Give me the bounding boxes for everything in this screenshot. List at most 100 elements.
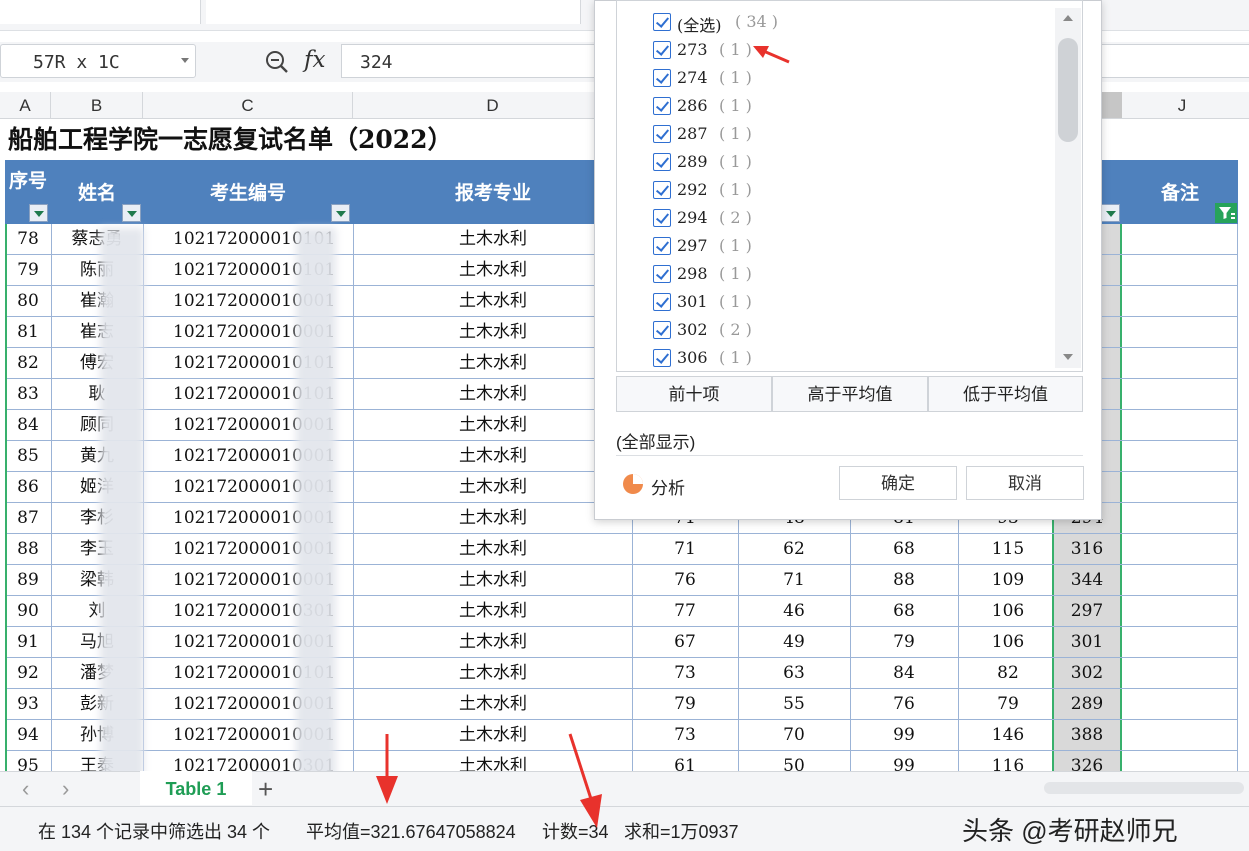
cell-c1[interactable]: 79: [632, 689, 738, 720]
cell-c4[interactable]: 115: [958, 534, 1058, 565]
cell-major[interactable]: 土木水利: [353, 565, 633, 596]
cell-c3[interactable]: 99: [850, 720, 958, 751]
cell-c1[interactable]: 67: [632, 627, 738, 658]
table-row[interactable]: 88 李玉 102172000010001 土木水利 71 62 68 115 316: [5, 534, 1238, 565]
cell-c4[interactable]: 79: [958, 689, 1058, 720]
checkbox-checked-icon[interactable]: [653, 265, 671, 283]
table-row[interactable]: 92 潘梦 102172000010101 土木水利 73 63 84 82 302: [5, 658, 1238, 689]
cell-c1[interactable]: 73: [632, 720, 738, 751]
checkbox-checked-icon[interactable]: [653, 69, 671, 87]
cell-c1[interactable]: 61: [632, 751, 738, 771]
cell-major[interactable]: 土木水利: [353, 317, 633, 348]
cell-major[interactable]: 土木水利: [353, 379, 633, 410]
top-ten-button[interactable]: 前十项: [616, 376, 772, 412]
column-header-a[interactable]: A: [0, 92, 51, 118]
cell-major[interactable]: 土木水利: [353, 689, 633, 720]
checkbox-checked-icon[interactable]: [653, 321, 671, 339]
horizontal-scrollbar[interactable]: [1044, 782, 1244, 794]
cell-total[interactable]: 302: [1052, 658, 1122, 689]
cell-seq[interactable]: 93: [5, 689, 51, 720]
cell-seq[interactable]: 88: [5, 534, 51, 565]
column-header-b[interactable]: B: [51, 92, 143, 118]
cell-total[interactable]: 289: [1052, 689, 1122, 720]
column-header-c[interactable]: C: [143, 92, 353, 118]
name-box[interactable]: 57R x 1C: [0, 44, 196, 78]
prev-sheet-icon[interactable]: ‹: [22, 776, 29, 802]
cell-c3[interactable]: 88: [850, 565, 958, 596]
checkbox-checked-icon[interactable]: [653, 97, 671, 115]
checkbox-checked-icon[interactable]: [653, 153, 671, 171]
add-sheet-icon[interactable]: +: [258, 774, 273, 805]
filter-dropdown-button[interactable]: [122, 204, 141, 222]
cell-c2[interactable]: 49: [738, 627, 850, 658]
checkbox-checked-icon[interactable]: [653, 349, 671, 367]
cell-seq[interactable]: 80: [5, 286, 51, 317]
cell-seq[interactable]: 83: [5, 379, 51, 410]
chevron-down-icon[interactable]: [181, 58, 189, 63]
active-filter-icon[interactable]: [1215, 203, 1237, 223]
cell-seq[interactable]: 84: [5, 410, 51, 441]
table-row[interactable]: 93 彭新 102172000010001 土木水利 79 55 76 79 289: [5, 689, 1238, 720]
cell-seq[interactable]: 78: [5, 224, 51, 255]
sheet-tab[interactable]: Table 1: [140, 771, 252, 805]
table-row[interactable]: 91 马旭 102172000010001 土木水利 67 49 79 106 301: [5, 627, 1238, 658]
checkbox-checked-icon[interactable]: [653, 125, 671, 143]
cell-seq[interactable]: 82: [5, 348, 51, 379]
cell-major[interactable]: 土木水利: [353, 658, 633, 689]
filter-dropdown-button[interactable]: [29, 204, 48, 222]
cell-seq[interactable]: 90: [5, 596, 51, 627]
filter-dropdown-button[interactable]: [1101, 204, 1120, 222]
table-row[interactable]: 90 刘 102172000010301 土木水利 77 46 68 106 297: [5, 596, 1238, 627]
checkbox-checked-icon[interactable]: [653, 13, 671, 31]
pie-chart-icon[interactable]: [622, 473, 644, 495]
fx-icon[interactable]: fx: [304, 47, 325, 73]
cell-major[interactable]: 土木水利: [353, 534, 633, 565]
below-average-button[interactable]: 低于平均值: [928, 376, 1083, 412]
table-row[interactable]: 89 梁韩 102172000010001 土木水利 76 71 88 109 344: [5, 565, 1238, 596]
cell-c2[interactable]: 71: [738, 565, 850, 596]
cell-seq[interactable]: 89: [5, 565, 51, 596]
cell-seq[interactable]: 94: [5, 720, 51, 751]
cell-c2[interactable]: 63: [738, 658, 850, 689]
cell-c2[interactable]: 70: [738, 720, 850, 751]
cell-major[interactable]: 土木水利: [353, 255, 633, 286]
cell-c3[interactable]: 68: [850, 596, 958, 627]
filter-list-scrollbar[interactable]: [1055, 8, 1081, 368]
cell-major[interactable]: 土木水利: [353, 627, 633, 658]
cell-c1[interactable]: 71: [632, 534, 738, 565]
cell-seq[interactable]: 85: [5, 441, 51, 472]
checkbox-checked-icon[interactable]: [653, 209, 671, 227]
column-header-j[interactable]: J: [1122, 92, 1242, 118]
cell-c2[interactable]: 55: [738, 689, 850, 720]
cell-total[interactable]: 316: [1052, 534, 1122, 565]
above-average-button[interactable]: 高于平均值: [772, 376, 928, 412]
cell-c4[interactable]: 82: [958, 658, 1058, 689]
cell-seq[interactable]: 87: [5, 503, 51, 534]
table-row[interactable]: 95 王泰 102172000010301 土木水利 61 50 99 116 326: [5, 751, 1238, 771]
cell-c3[interactable]: 84: [850, 658, 958, 689]
cell-major[interactable]: 土木水利: [353, 503, 633, 534]
cell-c3[interactable]: 99: [850, 751, 958, 771]
cell-total[interactable]: 344: [1052, 565, 1122, 596]
cell-c3[interactable]: 76: [850, 689, 958, 720]
cell-major[interactable]: 土木水利: [353, 224, 633, 255]
filter-dropdown-button[interactable]: [331, 204, 350, 222]
cell-total[interactable]: 326: [1052, 751, 1122, 771]
cell-total[interactable]: 301: [1052, 627, 1122, 658]
cell-c4[interactable]: 109: [958, 565, 1058, 596]
cell-c2[interactable]: 46: [738, 596, 850, 627]
cell-major[interactable]: 土木水利: [353, 348, 633, 379]
cell-c4[interactable]: 146: [958, 720, 1058, 751]
cell-seq[interactable]: 81: [5, 317, 51, 348]
cancel-button[interactable]: 取消: [966, 466, 1084, 500]
cell-c3[interactable]: 68: [850, 534, 958, 565]
cell-seq[interactable]: 92: [5, 658, 51, 689]
cell-c2[interactable]: 50: [738, 751, 850, 771]
cell-major[interactable]: 土木水利: [353, 596, 633, 627]
cell-c4[interactable]: 106: [958, 627, 1058, 658]
cell-seq[interactable]: 95: [5, 751, 51, 771]
show-all-link[interactable]: (全部显示): [616, 428, 695, 453]
checkbox-checked-icon[interactable]: [653, 293, 671, 311]
cell-c1[interactable]: 77: [632, 596, 738, 627]
checkbox-checked-icon[interactable]: [653, 181, 671, 199]
